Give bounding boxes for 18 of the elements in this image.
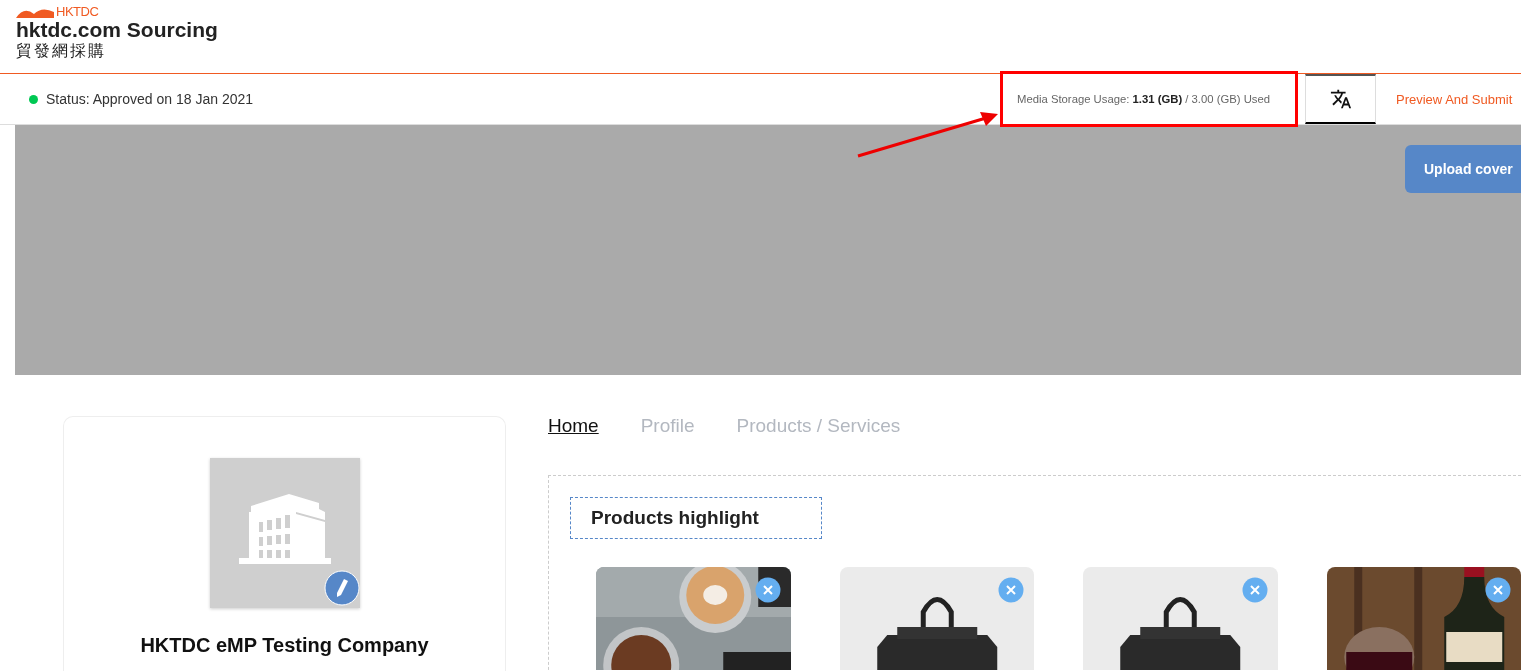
- preview-submit-link[interactable]: Preview And Submit: [1376, 91, 1513, 107]
- site-name: 貿發網採購: [16, 41, 106, 61]
- translate-icon: [1329, 88, 1352, 110]
- status-text: Status: Approved on 18 Jan 2021: [46, 91, 254, 107]
- edit-button[interactable]: [323, 570, 360, 606]
- remove-button[interactable]: [754, 577, 781, 603]
- nav-tab[interactable]: Home: [548, 416, 599, 436]
- storage-usage: Media Storage Usage: 1.31 (GB) / 3.00 (GB) Used: [1017, 93, 1271, 105]
- upload-cover-button[interactable]: Upload cover: [1405, 145, 1521, 193]
- nav-tab[interactable]: Products / Services: [736, 416, 901, 436]
- section-title: Products highlight: [570, 497, 822, 539]
- site-name: hktdc.com Sourcing: [16, 19, 218, 41]
- company-name: HKTDC eMP Testing Company: [140, 634, 429, 657]
- status-dot: [29, 94, 38, 104]
- logo-text: HKTDC: [56, 5, 99, 19]
- nav-tab[interactable]: Profile: [640, 416, 695, 436]
- logo-icon: [16, 6, 54, 18]
- remove-button[interactable]: [1485, 577, 1511, 603]
